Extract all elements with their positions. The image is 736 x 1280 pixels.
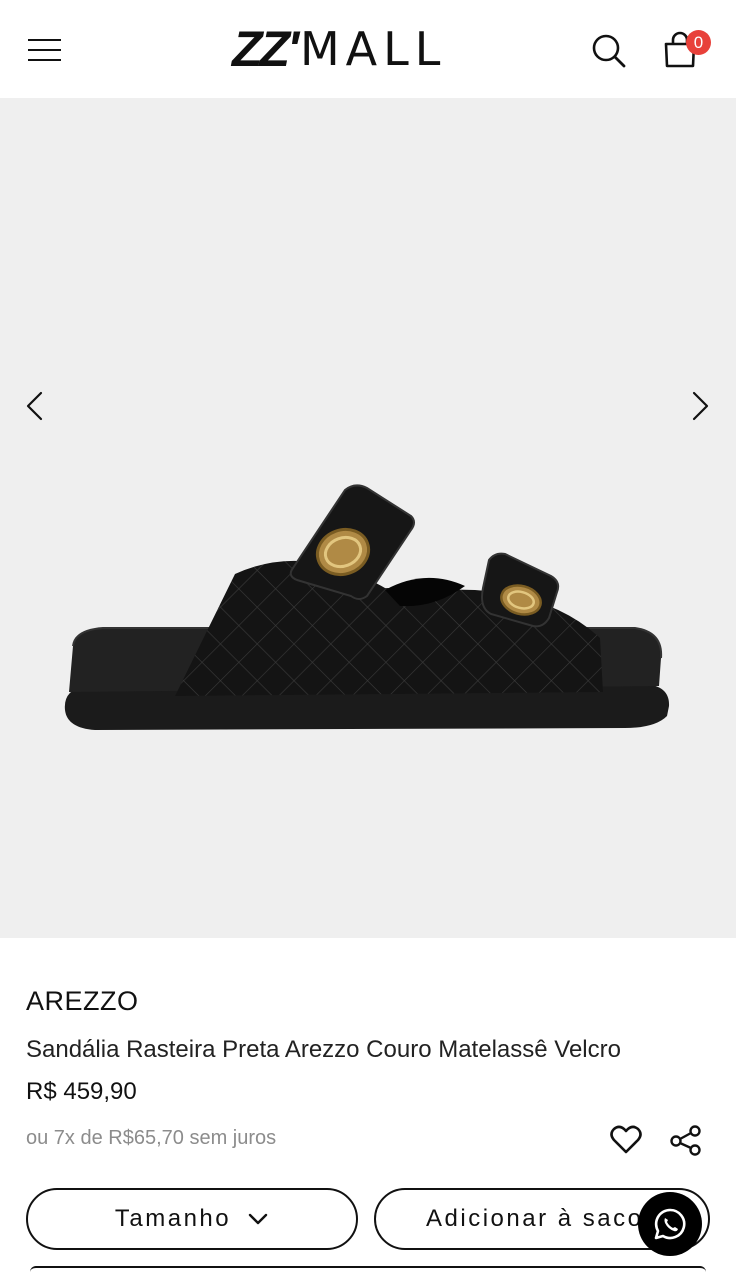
top-header: ZZ' MALL 0 [0, 0, 736, 98]
logo-bold-text: ZZ' [232, 21, 299, 77]
gallery-prev-button[interactable] [18, 388, 54, 424]
hamburger-line [28, 39, 61, 41]
store-logo[interactable]: ZZ' MALL [232, 24, 492, 74]
favorite-button[interactable] [608, 1122, 644, 1158]
whatsapp-chat-button[interactable] [638, 1192, 702, 1256]
product-price: R$ 459,90 [26, 1078, 137, 1105]
hamburger-line [28, 49, 61, 51]
chevron-down-icon [248, 1213, 268, 1225]
logo-light-text: MALL [299, 22, 447, 76]
size-select-button[interactable]: Tamanho [26, 1188, 358, 1250]
heart-icon [610, 1125, 642, 1154]
add-to-bag-label: Adicionar à sacola [426, 1205, 668, 1232]
product-image-gallery[interactable] [0, 98, 736, 938]
menu-button[interactable] [26, 36, 64, 64]
next-button-outline [30, 1266, 706, 1272]
chevron-right-icon [692, 391, 709, 421]
product-brand[interactable]: AREZZO [26, 986, 139, 1017]
share-icon [670, 1125, 701, 1156]
gallery-next-button[interactable] [682, 388, 718, 424]
cart-count-badge: 0 [686, 30, 711, 55]
installment-info: ou 7x de R$65,70 sem juros [26, 1127, 277, 1149]
chevron-left-icon [26, 391, 43, 421]
share-button[interactable] [668, 1122, 704, 1158]
search-button[interactable] [588, 30, 630, 72]
hamburger-line [28, 59, 61, 61]
size-select-label: Tamanho [114, 1205, 232, 1232]
bottom-button-edge [0, 1262, 736, 1280]
whatsapp-icon [654, 1208, 686, 1240]
product-image-sandal [64, 484, 670, 730]
product-title: Sandália Rasteira Preta Arezzo Couro Mat… [26, 1036, 621, 1063]
search-icon [592, 34, 626, 68]
